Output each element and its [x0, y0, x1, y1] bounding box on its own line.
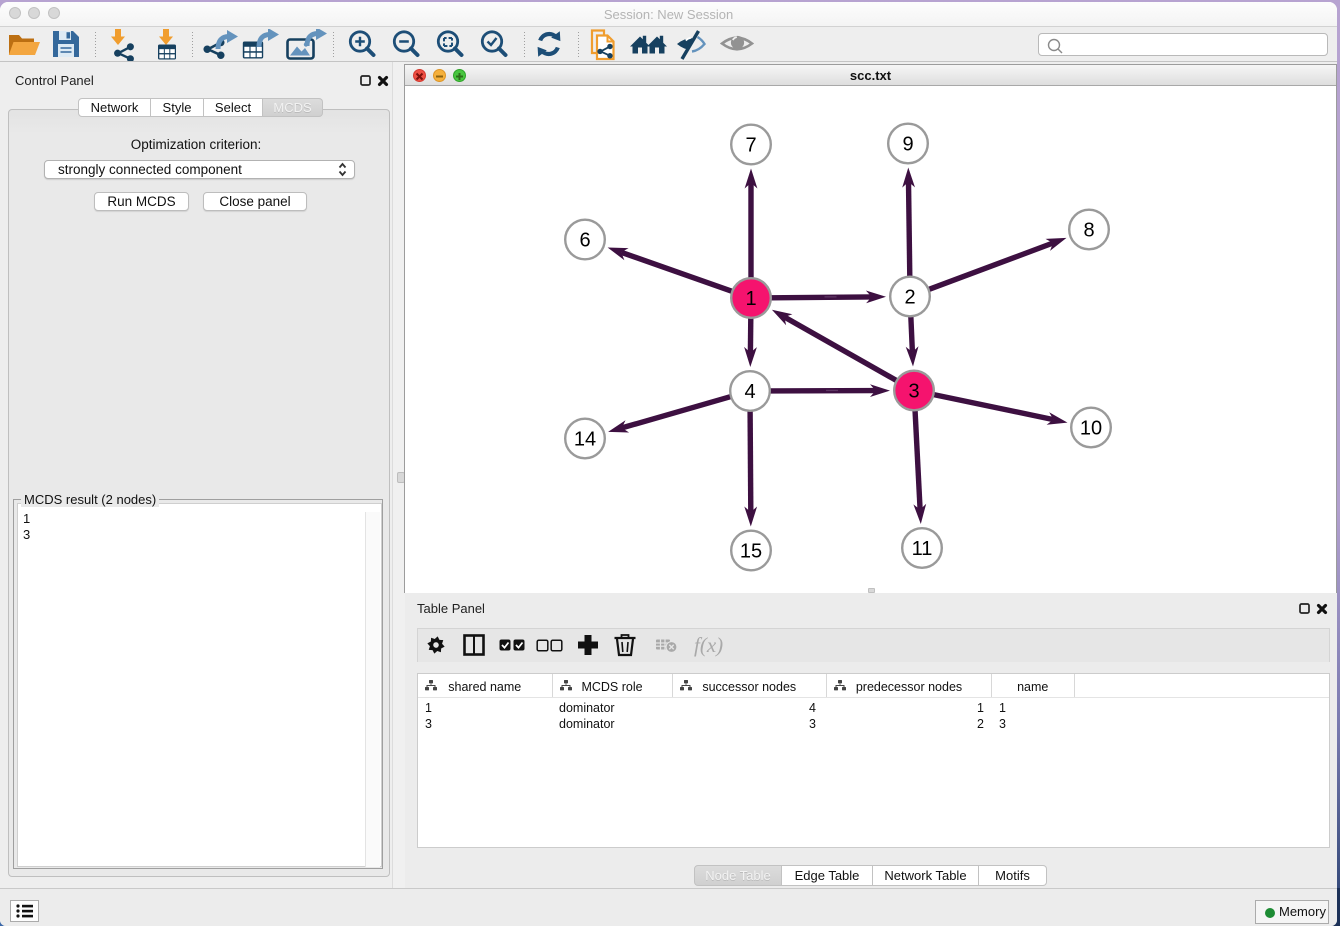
svg-text:f(x): f(x) [694, 633, 723, 657]
svg-text:9: 9 [902, 134, 913, 156]
svg-text:6: 6 [579, 230, 590, 252]
svg-text:8: 8 [1083, 220, 1094, 242]
svg-text:2: 2 [904, 287, 915, 309]
svg-text:3: 3 [908, 381, 919, 403]
svg-text:7: 7 [745, 135, 756, 157]
svg-text:14: 14 [574, 429, 596, 451]
svg-text:10: 10 [1080, 418, 1102, 440]
svg-text:1: 1 [745, 288, 756, 310]
svg-text:4: 4 [744, 381, 755, 403]
svg-text:11: 11 [912, 538, 933, 560]
svg-text:15: 15 [740, 541, 762, 563]
